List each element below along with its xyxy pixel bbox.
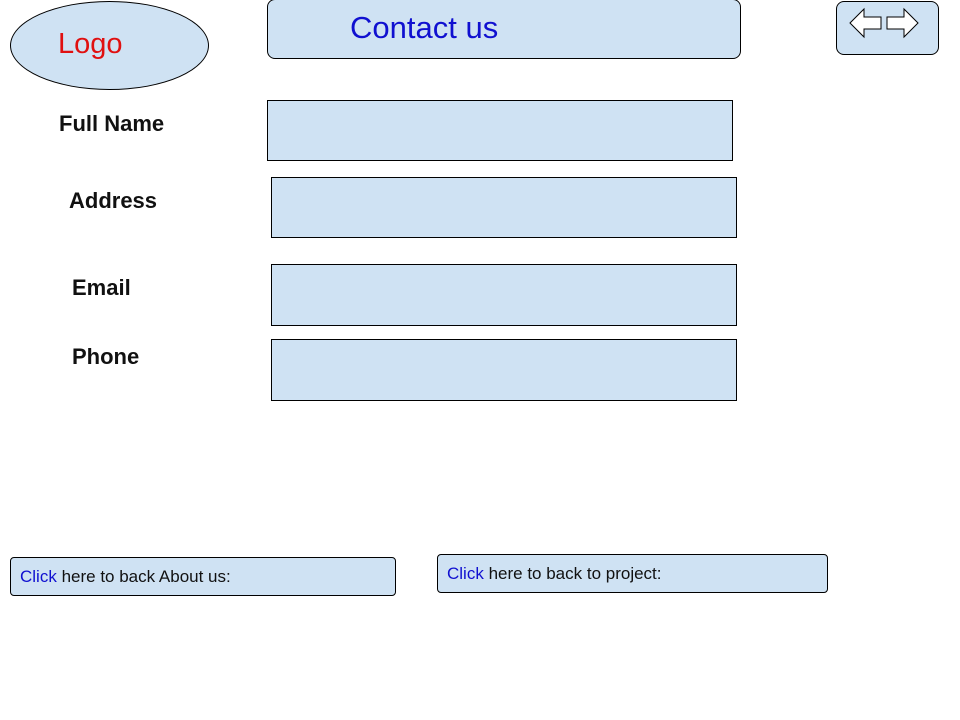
phone-field[interactable] — [271, 339, 737, 401]
phone-label: Phone — [72, 344, 140, 369]
logo-text: Logo — [58, 28, 123, 60]
back-to-about-link[interactable]: Click — [20, 567, 57, 586]
arrow-right-icon[interactable] — [886, 6, 919, 40]
back-to-about-link-box[interactable]: Click here to back About us: — [10, 557, 396, 596]
full-name-field[interactable] — [267, 100, 733, 161]
email-field[interactable] — [271, 264, 737, 326]
logo[interactable]: Logo — [10, 1, 209, 90]
contact-page: Logo Contact us Full Name Address Email … — [0, 0, 960, 720]
back-to-project-link-box[interactable]: Click here to back to project: — [437, 554, 828, 593]
arrow-left-icon[interactable] — [849, 6, 882, 40]
page-title: Contact us — [350, 10, 499, 45]
back-to-project-link[interactable]: Click — [447, 564, 484, 583]
address-label: Address — [69, 188, 158, 213]
back-to-project-label: here to back to project: — [483, 564, 662, 583]
back-to-project-text: Click here to back to project: — [447, 565, 662, 582]
address-field[interactable] — [271, 177, 737, 238]
page-title-banner: Contact us — [267, 0, 741, 59]
back-to-about-text: Click here to back About us: — [20, 568, 231, 585]
navigation-box — [836, 1, 939, 55]
full-name-label: Full Name — [59, 111, 165, 136]
back-to-about-label: here to back About us: — [56, 567, 231, 586]
email-label: Email — [72, 275, 131, 300]
